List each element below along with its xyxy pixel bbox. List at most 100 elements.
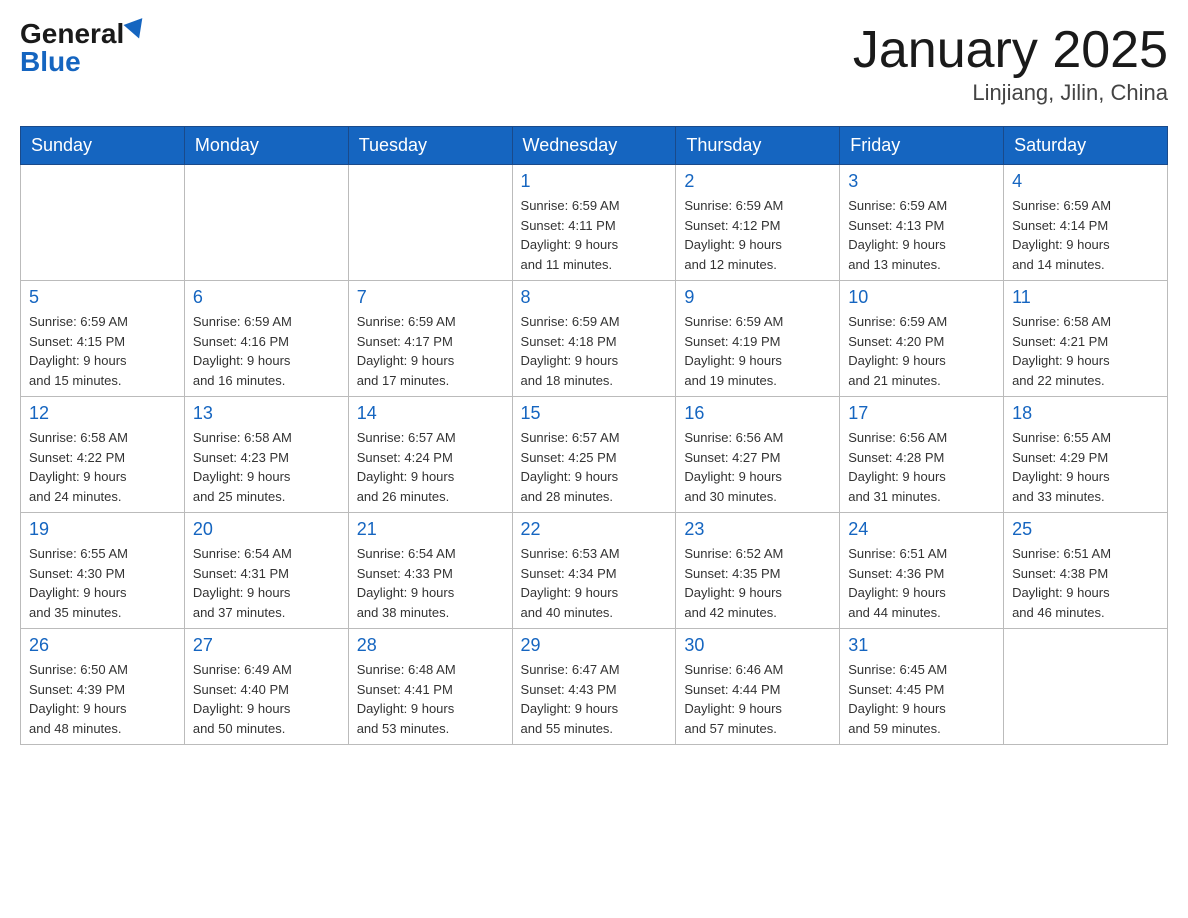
day-number: 25 xyxy=(1012,519,1159,540)
day-info: Sunrise: 6:58 AMSunset: 4:23 PMDaylight:… xyxy=(193,428,340,506)
day-number: 8 xyxy=(521,287,668,308)
calendar-cell: 18 Sunrise: 6:55 AMSunset: 4:29 PMDayligh… xyxy=(1004,397,1168,513)
day-number: 29 xyxy=(521,635,668,656)
day-info: Sunrise: 6:58 AMSunset: 4:22 PMDaylight:… xyxy=(29,428,176,506)
calendar-cell: 3 Sunrise: 6:59 AMSunset: 4:13 PMDaylight… xyxy=(840,165,1004,281)
calendar-cell xyxy=(184,165,348,281)
day-number: 27 xyxy=(193,635,340,656)
day-number: 26 xyxy=(29,635,176,656)
day-info: Sunrise: 6:54 AMSunset: 4:31 PMDaylight:… xyxy=(193,544,340,622)
calendar-cell: 12 Sunrise: 6:58 AMSunset: 4:22 PMDayligh… xyxy=(21,397,185,513)
calendar-cell: 11Sunrise: 6:58 AMSunset: 4:21 PMDayligh… xyxy=(1004,281,1168,397)
day-info: Sunrise: 6:59 AMSunset: 4:15 PMDaylight:… xyxy=(29,312,176,390)
calendar-cell: 5 Sunrise: 6:59 AMSunset: 4:15 PMDaylight… xyxy=(21,281,185,397)
title-section: January 2025 Linjiang, Jilin, China xyxy=(853,20,1168,106)
day-info: Sunrise: 6:57 AMSunset: 4:25 PMDaylight:… xyxy=(521,428,668,506)
calendar-cell: 20 Sunrise: 6:54 AMSunset: 4:31 PMDayligh… xyxy=(184,513,348,629)
day-number: 30 xyxy=(684,635,831,656)
day-header-monday: Monday xyxy=(184,127,348,165)
day-number: 1 xyxy=(521,171,668,192)
day-info: Sunrise: 6:48 AMSunset: 4:41 PMDaylight:… xyxy=(357,660,504,738)
day-header-wednesday: Wednesday xyxy=(512,127,676,165)
day-info: Sunrise: 6:59 AMSunset: 4:13 PMDaylight:… xyxy=(848,196,995,274)
day-info: Sunrise: 6:47 AMSunset: 4:43 PMDaylight:… xyxy=(521,660,668,738)
calendar-cell: 16 Sunrise: 6:56 AMSunset: 4:27 PMDayligh… xyxy=(676,397,840,513)
calendar-header-row: SundayMondayTuesdayWednesdayThursdayFrid… xyxy=(21,127,1168,165)
day-header-friday: Friday xyxy=(840,127,1004,165)
day-info: Sunrise: 6:56 AMSunset: 4:28 PMDaylight:… xyxy=(848,428,995,506)
calendar-cell xyxy=(1004,629,1168,745)
day-info: Sunrise: 6:53 AMSunset: 4:34 PMDaylight:… xyxy=(521,544,668,622)
day-info: Sunrise: 6:59 AMSunset: 4:19 PMDaylight:… xyxy=(684,312,831,390)
day-info: Sunrise: 6:56 AMSunset: 4:27 PMDaylight:… xyxy=(684,428,831,506)
day-number: 17 xyxy=(848,403,995,424)
page-header: General Blue January 2025 Linjiang, Jili… xyxy=(20,20,1168,106)
day-info: Sunrise: 6:55 AMSunset: 4:29 PMDaylight:… xyxy=(1012,428,1159,506)
calendar-cell: 14 Sunrise: 6:57 AMSunset: 4:24 PMDayligh… xyxy=(348,397,512,513)
logo-triangle-icon xyxy=(124,18,149,42)
calendar-table: SundayMondayTuesdayWednesdayThursdayFrid… xyxy=(20,126,1168,745)
day-number: 18 xyxy=(1012,403,1159,424)
calendar-title: January 2025 xyxy=(853,20,1168,80)
day-info: Sunrise: 6:54 AMSunset: 4:33 PMDaylight:… xyxy=(357,544,504,622)
day-info: Sunrise: 6:59 AMSunset: 4:17 PMDaylight:… xyxy=(357,312,504,390)
day-number: 11 xyxy=(1012,287,1159,308)
day-info: Sunrise: 6:52 AMSunset: 4:35 PMDaylight:… xyxy=(684,544,831,622)
week-row-3: 12 Sunrise: 6:58 AMSunset: 4:22 PMDayligh… xyxy=(21,397,1168,513)
calendar-cell: 13 Sunrise: 6:58 AMSunset: 4:23 PMDayligh… xyxy=(184,397,348,513)
day-header-saturday: Saturday xyxy=(1004,127,1168,165)
week-row-1: 1 Sunrise: 6:59 AMSunset: 4:11 PMDaylight… xyxy=(21,165,1168,281)
day-number: 12 xyxy=(29,403,176,424)
day-info: Sunrise: 6:59 AMSunset: 4:11 PMDaylight:… xyxy=(521,196,668,274)
day-info: Sunrise: 6:59 AMSunset: 4:12 PMDaylight:… xyxy=(684,196,831,274)
calendar-cell xyxy=(348,165,512,281)
calendar-cell: 6Sunrise: 6:59 AMSunset: 4:16 PMDaylight… xyxy=(184,281,348,397)
calendar-cell: 19Sunrise: 6:55 AMSunset: 4:30 PMDayligh… xyxy=(21,513,185,629)
day-header-thursday: Thursday xyxy=(676,127,840,165)
calendar-cell: 17 Sunrise: 6:56 AMSunset: 4:28 PMDayligh… xyxy=(840,397,1004,513)
day-info: Sunrise: 6:46 AMSunset: 4:44 PMDaylight:… xyxy=(684,660,831,738)
calendar-cell: 28 Sunrise: 6:48 AMSunset: 4:41 PMDayligh… xyxy=(348,629,512,745)
day-info: Sunrise: 6:49 AMSunset: 4:40 PMDaylight:… xyxy=(193,660,340,738)
calendar-cell: 4Sunrise: 6:59 AMSunset: 4:14 PMDaylight… xyxy=(1004,165,1168,281)
day-number: 10 xyxy=(848,287,995,308)
day-number: 20 xyxy=(193,519,340,540)
calendar-cell: 2 Sunrise: 6:59 AMSunset: 4:12 PMDaylight… xyxy=(676,165,840,281)
day-info: Sunrise: 6:59 AMSunset: 4:14 PMDaylight:… xyxy=(1012,196,1159,274)
week-row-5: 26Sunrise: 6:50 AMSunset: 4:39 PMDayligh… xyxy=(21,629,1168,745)
calendar-cell: 15Sunrise: 6:57 AMSunset: 4:25 PMDayligh… xyxy=(512,397,676,513)
day-number: 24 xyxy=(848,519,995,540)
day-info: Sunrise: 6:59 AMSunset: 4:18 PMDaylight:… xyxy=(521,312,668,390)
day-number: 16 xyxy=(684,403,831,424)
day-number: 22 xyxy=(521,519,668,540)
day-number: 31 xyxy=(848,635,995,656)
day-number: 28 xyxy=(357,635,504,656)
calendar-cell: 7 Sunrise: 6:59 AMSunset: 4:17 PMDaylight… xyxy=(348,281,512,397)
day-info: Sunrise: 6:59 AMSunset: 4:20 PMDaylight:… xyxy=(848,312,995,390)
calendar-cell: 8 Sunrise: 6:59 AMSunset: 4:18 PMDaylight… xyxy=(512,281,676,397)
day-number: 5 xyxy=(29,287,176,308)
calendar-cell: 23 Sunrise: 6:52 AMSunset: 4:35 PMDayligh… xyxy=(676,513,840,629)
day-number: 14 xyxy=(357,403,504,424)
day-number: 21 xyxy=(357,519,504,540)
calendar-cell: 21 Sunrise: 6:54 AMSunset: 4:33 PMDayligh… xyxy=(348,513,512,629)
day-number: 13 xyxy=(193,403,340,424)
calendar-cell: 10 Sunrise: 6:59 AMSunset: 4:20 PMDayligh… xyxy=(840,281,1004,397)
day-number: 2 xyxy=(684,171,831,192)
logo-blue-text: Blue xyxy=(20,46,81,77)
day-info: Sunrise: 6:57 AMSunset: 4:24 PMDaylight:… xyxy=(357,428,504,506)
calendar-cell xyxy=(21,165,185,281)
day-number: 6 xyxy=(193,287,340,308)
day-info: Sunrise: 6:45 AMSunset: 4:45 PMDaylight:… xyxy=(848,660,995,738)
day-info: Sunrise: 6:51 AMSunset: 4:38 PMDaylight:… xyxy=(1012,544,1159,622)
calendar-cell: 22 Sunrise: 6:53 AMSunset: 4:34 PMDayligh… xyxy=(512,513,676,629)
day-number: 7 xyxy=(357,287,504,308)
calendar-cell: 26Sunrise: 6:50 AMSunset: 4:39 PMDayligh… xyxy=(21,629,185,745)
calendar-cell: 31 Sunrise: 6:45 AMSunset: 4:45 PMDayligh… xyxy=(840,629,1004,745)
day-number: 3 xyxy=(848,171,995,192)
calendar-subtitle: Linjiang, Jilin, China xyxy=(853,80,1168,106)
day-info: Sunrise: 6:51 AMSunset: 4:36 PMDaylight:… xyxy=(848,544,995,622)
calendar-cell: 29 Sunrise: 6:47 AMSunset: 4:43 PMDayligh… xyxy=(512,629,676,745)
day-number: 23 xyxy=(684,519,831,540)
calendar-cell: 27 Sunrise: 6:49 AMSunset: 4:40 PMDayligh… xyxy=(184,629,348,745)
